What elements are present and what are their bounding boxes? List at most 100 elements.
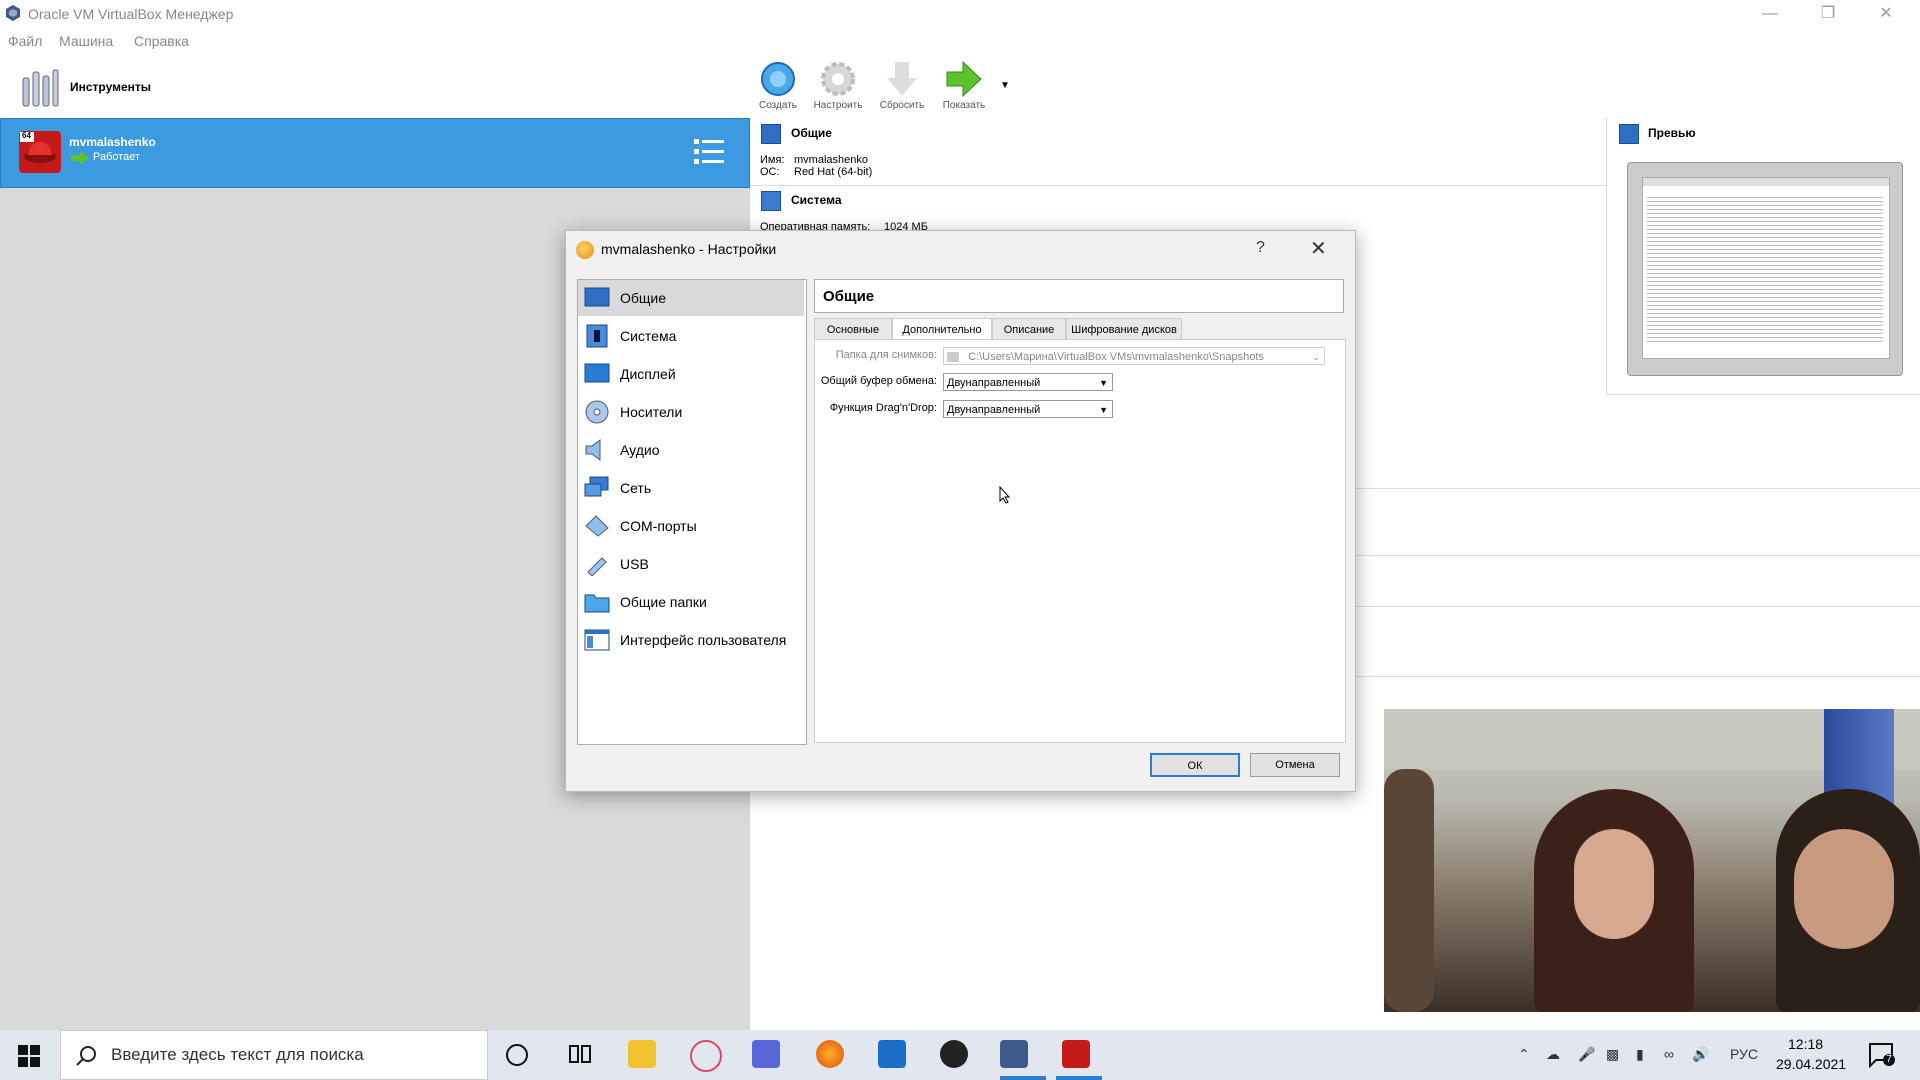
preview-header: Превью (1648, 126, 1696, 140)
drag-drop-select[interactable]: Двунаправленный ▼ (943, 400, 1113, 418)
show-dropdown-arrow[interactable]: ▼ (1000, 80, 1010, 91)
dialog-close-button[interactable]: ✕ (1310, 236, 1327, 261)
clock-time[interactable]: 12:18 (1788, 1036, 1823, 1052)
drag-drop-value: Двунаправленный (947, 404, 1041, 416)
cancel-button[interactable]: Отмена (1250, 753, 1340, 777)
discard-button[interactable]: Сбросить (874, 60, 930, 111)
window-title: Oracle VM VirtualBox Менеджер (28, 6, 234, 22)
monitor-icon (584, 286, 610, 310)
nav-label: COM-порты (620, 518, 697, 534)
taskbar-search-input[interactable]: Введите здесь текст для поиска (60, 1030, 488, 1080)
battery-icon[interactable]: ▮ (1636, 1046, 1644, 1063)
snapshot-folder-select[interactable]: C:\Users\Марина\VirtualBox VMs\mvmalashe… (943, 347, 1325, 365)
settings-content: Общие Основные Дополнительно Описание Ши… (814, 279, 1346, 743)
nav-label: USB (620, 556, 649, 572)
nav-label: Носители (620, 404, 683, 420)
tablet-icon[interactable]: ▩ (1606, 1046, 1619, 1063)
preview-section-icon (1619, 124, 1639, 144)
maximize-button[interactable]: ❐ (1808, 2, 1848, 26)
divider (1352, 676, 1920, 677)
clipboard-select[interactable]: Двунаправленный ▼ (943, 373, 1113, 391)
system-board-icon (584, 324, 610, 348)
nav-item-com-ports[interactable]: COM-порты (578, 508, 804, 544)
discord-icon[interactable] (752, 1040, 780, 1068)
help-button[interactable]: ? (1256, 239, 1265, 257)
cortana-icon[interactable] (506, 1044, 528, 1066)
show-label: Показать (942, 100, 986, 111)
settings-button[interactable]: Настроить (810, 60, 866, 111)
outlook-icon[interactable] (878, 1040, 906, 1068)
active-app-indicator (1000, 1076, 1046, 1080)
firefox-icon[interactable] (816, 1040, 844, 1068)
folder-icon (584, 590, 610, 614)
chevron-up-icon[interactable]: ⌃ (1518, 1046, 1530, 1063)
menu-file[interactable]: Файл (8, 33, 42, 49)
nav-item-display[interactable]: Дисплей (578, 356, 804, 392)
microphone-icon[interactable]: 🎤 (1578, 1046, 1595, 1063)
disc-icon (584, 400, 610, 424)
task-view-icon[interactable] (566, 1040, 594, 1068)
page-title: Общие (823, 288, 875, 305)
nav-label: Система (620, 328, 677, 344)
name-value: mvmalashenko (794, 154, 868, 166)
nav-item-system[interactable]: Система (578, 318, 804, 354)
person-face (1574, 829, 1654, 939)
vm-window-taskbar-icon[interactable] (1062, 1040, 1090, 1068)
file-explorer-icon[interactable] (628, 1040, 656, 1068)
divider (750, 185, 1606, 186)
settings-dialog: mvmalashenko - Настройки ? ✕ Общие Систе… (565, 230, 1356, 792)
vm-name: mvmalashenko (69, 135, 156, 149)
notification-center-icon[interactable]: 7 (1868, 1042, 1895, 1069)
webcam-video-overlay (1384, 709, 1920, 1012)
notification-count: 7 (1883, 1054, 1895, 1066)
windows-start-icon[interactable] (18, 1045, 40, 1067)
nav-item-network[interactable]: Сеть (578, 470, 804, 506)
wifi-icon[interactable]: ∞ (1664, 1046, 1674, 1062)
menu-machine[interactable]: Машина (59, 33, 113, 49)
nav-item-general[interactable]: Общие (578, 280, 804, 316)
menu-help[interactable]: Справка (134, 33, 189, 49)
create-button[interactable]: Создать (750, 60, 806, 111)
nav-item-usb[interactable]: USB (578, 546, 804, 582)
volume-icon[interactable]: 🔊 (1692, 1046, 1709, 1063)
nav-item-storage[interactable]: Носители (578, 394, 804, 430)
right-arrow-icon (945, 60, 983, 98)
dialog-title: mvmalashenko - Настройки (601, 241, 777, 257)
nav-label: Сеть (620, 480, 652, 496)
nav-label: Общие (620, 290, 667, 306)
nav-item-user-interface[interactable]: Интерфейс пользователя (578, 622, 804, 658)
running-arrow-icon (71, 151, 89, 165)
show-button[interactable]: Показать (936, 60, 992, 111)
tab-description[interactable]: Описание (992, 318, 1066, 340)
clipboard-label: Общий буфер обмена: (820, 375, 937, 387)
obs-icon[interactable] (940, 1040, 968, 1068)
tools-row[interactable]: Инструменты (0, 56, 750, 119)
minimize-button[interactable]: — (1750, 2, 1790, 26)
tab-panel-advanced: Папка для снимков: C:\Users\Марина\Virtu… (814, 339, 1346, 743)
person-face (1794, 829, 1894, 949)
nav-item-audio[interactable]: Аудио (578, 432, 804, 468)
tab-disk-encryption[interactable]: Шифрование дисков (1066, 318, 1182, 340)
general-header: Общие (791, 126, 832, 140)
cloud-icon[interactable]: ☁ (1546, 1046, 1560, 1063)
settings-label: Настроить (813, 100, 863, 111)
tab-advanced[interactable]: Дополнительно (892, 318, 992, 340)
settings-dialog-icon (576, 241, 594, 259)
vm-list-item[interactable]: 64 mvmalashenko Работает (0, 118, 750, 188)
close-button[interactable]: ✕ (1866, 2, 1906, 26)
language-indicator[interactable]: РУС (1730, 1046, 1758, 1062)
taskbar: Введите здесь текст для поиска ⌃ ☁ 🎤 ▩ ▮… (0, 1030, 1920, 1080)
snipping-tool-icon[interactable] (690, 1040, 722, 1072)
divider (1352, 488, 1920, 489)
page-title-box: Общие (814, 279, 1344, 313)
list-menu-icon[interactable] (694, 137, 724, 167)
ok-button[interactable]: ОК (1150, 753, 1240, 777)
nav-item-shared-folders[interactable]: Общие папки (578, 584, 804, 620)
tools-label: Инструменты (70, 80, 152, 94)
nav-label: Общие папки (620, 594, 707, 610)
virtualbox-taskbar-icon[interactable] (1000, 1040, 1028, 1068)
dropdown-arrow-icon: ▼ (1099, 405, 1108, 415)
clock-date[interactable]: 29.04.2021 (1776, 1056, 1846, 1072)
tools-icon (20, 66, 60, 108)
tab-basic[interactable]: Основные (814, 318, 892, 340)
